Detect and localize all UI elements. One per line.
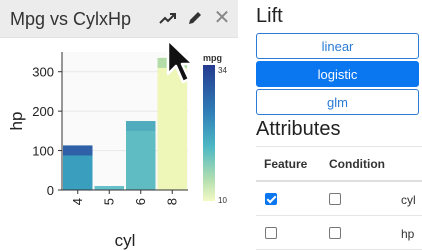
pencil-icon[interactable] (185, 8, 205, 28)
x-tick-label: 4 (70, 198, 85, 205)
x-tick-label: 6 (133, 198, 148, 205)
attributes-heading: Attributes (256, 118, 341, 140)
bar-top-segment-5 (94, 186, 124, 188)
y-tick-label: 100 (32, 144, 54, 159)
y-tick-label: 300 (32, 65, 54, 80)
feature-checkbox-hp[interactable] (265, 227, 277, 239)
table-row: cyl (256, 182, 422, 216)
logistic-button[interactable]: logistic (256, 61, 419, 87)
mouse-cursor-icon (166, 38, 195, 84)
attribute-name: hp (401, 227, 415, 241)
bar-chart: 0 100 200 300 4 5 6 8 cyl hp mpg 34 10 (7, 52, 227, 250)
bar-6 (126, 121, 156, 190)
y-axis-label: hp (7, 112, 26, 131)
legend-max-label: 34 (218, 66, 227, 75)
feature-checkbox-cyl[interactable] (265, 193, 277, 205)
legend-min-label: 10 (218, 196, 227, 205)
y-tick-label: 0 (47, 183, 54, 198)
close-icon[interactable]: ✕ (212, 8, 232, 28)
x-tick-label: 5 (101, 198, 116, 205)
feature-column-header: Feature (264, 157, 308, 171)
x-axis-label: cyl (115, 231, 136, 250)
trend-icon[interactable] (158, 8, 178, 28)
legend-title: mpg (203, 53, 222, 63)
options-panel: Lift linear logistic glm Attributes Feat… (256, 0, 422, 251)
app-root: Mpg vs CylxHp ✕ 0 100 200 300 4 5 6 8 cy… (0, 0, 422, 251)
condition-checkbox-cyl[interactable] (329, 193, 341, 205)
table-row: hp (256, 216, 422, 250)
card-title: Mpg vs CylxHp (10, 9, 132, 29)
chart-card: Mpg vs CylxHp ✕ 0 100 200 300 4 5 6 8 cy… (0, 0, 240, 251)
condition-checkbox-hp[interactable] (329, 227, 341, 239)
table-header: Feature Condition (256, 146, 422, 182)
lift-heading: Lift (256, 5, 283, 27)
y-tick-label: 200 (32, 104, 54, 119)
bar-top-segment-6 (126, 121, 156, 131)
x-tick-label: 8 (164, 198, 179, 205)
glm-button[interactable]: glm (256, 89, 419, 115)
condition-column-header: Condition (329, 157, 385, 171)
linear-button[interactable]: linear (256, 33, 419, 59)
legend-colorbar (203, 65, 215, 201)
bar-top-segment-4 (63, 145, 93, 156)
card-header: Mpg vs CylxHp ✕ (0, 0, 238, 38)
attribute-name: cyl (401, 193, 416, 207)
